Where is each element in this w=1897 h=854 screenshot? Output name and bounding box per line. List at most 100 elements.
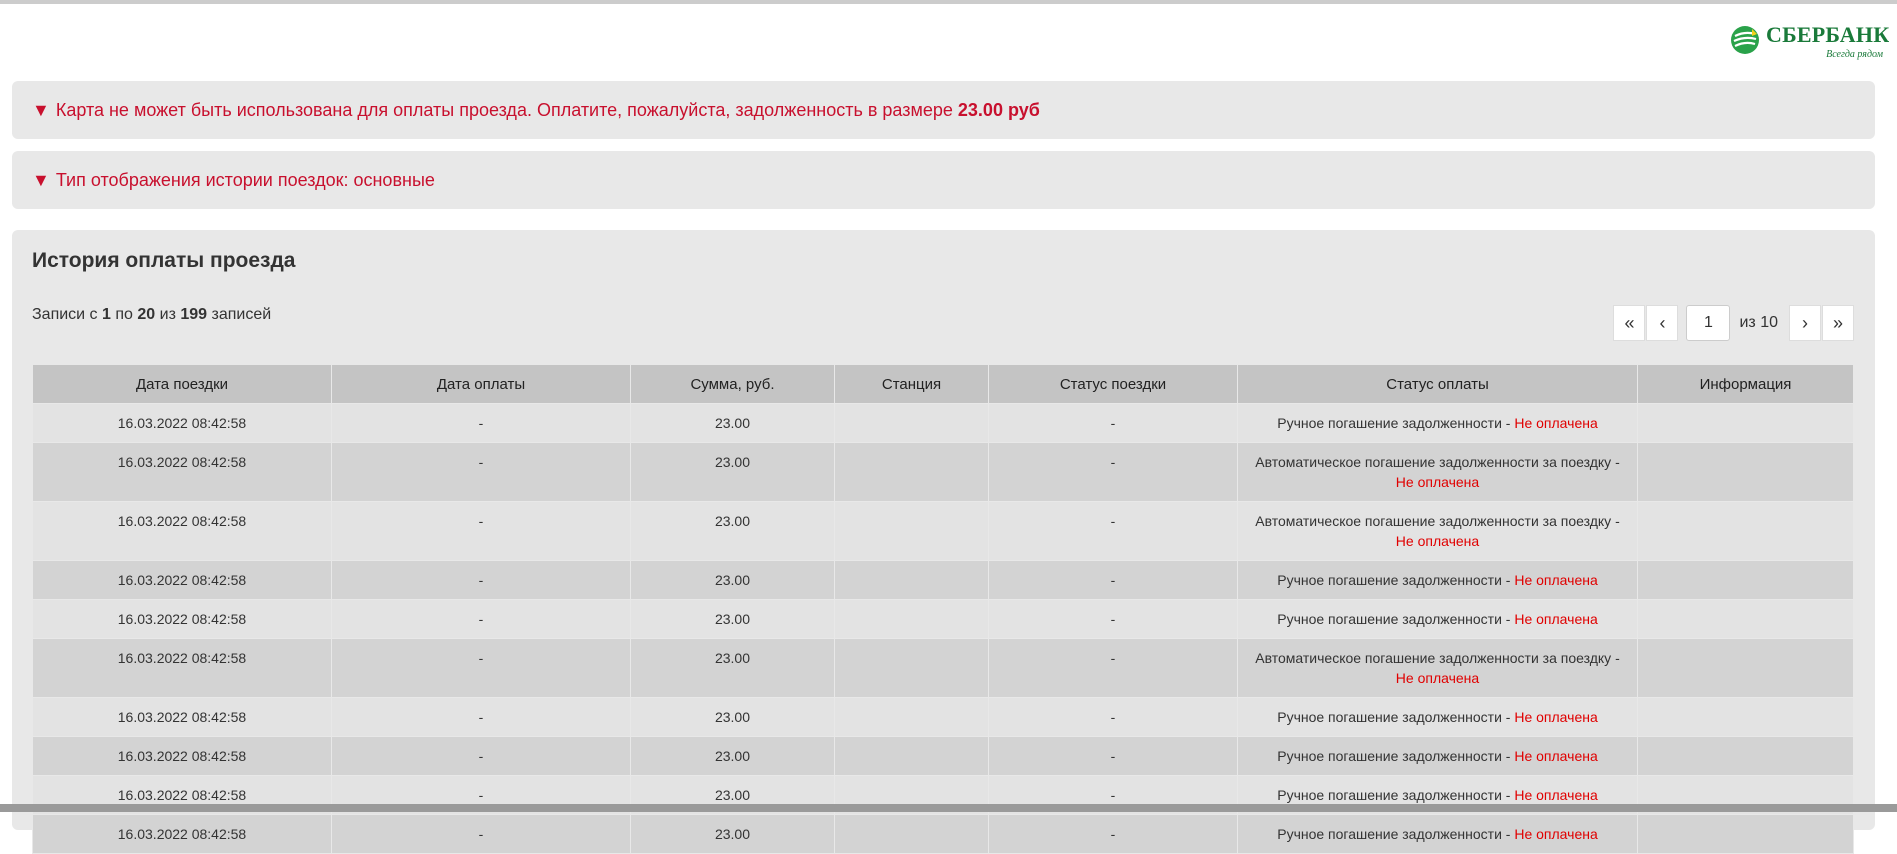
page-number-input[interactable] (1686, 305, 1731, 341)
payment-history-panel: История оплаты проезда Записи с 1 по 20 … (12, 230, 1875, 854)
pay-status-text: Ручное погашение задолженности - (1277, 415, 1511, 431)
debt-amount: 23.00 руб (957, 99, 1040, 120)
pay-date-cell: - (331, 697, 631, 737)
column-header[interactable]: Дата оплаты (331, 364, 631, 404)
station-cell (834, 814, 989, 854)
trip-status-cell: - (988, 736, 1238, 776)
table-row: 16.03.2022 08:42:58 - 23.00 - Ручное пог… (32, 560, 1854, 600)
station-cell (834, 638, 989, 698)
display-mode-toggle[interactable]: ▼ Тип отображения истории поездок: основн… (12, 151, 1875, 209)
pay-date-cell: - (331, 501, 631, 561)
pay-status-text: Автоматическое погашение задолженности з… (1255, 650, 1620, 666)
station-cell (834, 697, 989, 737)
pay-date-cell: - (331, 442, 631, 502)
column-header[interactable]: Статус поездки (988, 364, 1238, 404)
pagination: « ‹ из 10 › » (1612, 304, 1854, 342)
sberbank-logo-icon (1731, 26, 1759, 54)
debt-alert[interactable]: ▼ Карта не может быть использована для оп… (12, 81, 1875, 139)
info-cell (1637, 442, 1854, 502)
records-suffix: записей (211, 306, 272, 323)
pay-status-cell: Ручное погашение задолженности - Не опла… (1237, 736, 1638, 776)
station-cell (834, 442, 989, 502)
info-cell (1637, 736, 1854, 776)
pay-status-text: Ручное погашение задолженности - (1277, 611, 1511, 627)
pay-status-cell: Ручное погашение задолженности - Не опла… (1237, 403, 1638, 443)
display-mode-label: Тип отображения истории поездок: основны… (55, 169, 435, 190)
pay-status-text: Ручное погашение задолженности - (1277, 787, 1511, 803)
trip-date-cell: 16.03.2022 08:42:58 (32, 697, 332, 737)
logo-slogan: Всегда рядом (1826, 49, 1883, 60)
trip-status-cell: - (988, 697, 1238, 737)
trip-date-cell: 16.03.2022 08:42:58 (32, 638, 332, 698)
table-header-row: Дата поездки Дата оплаты Сумма, руб. Ста… (32, 364, 1854, 404)
unpaid-status: Не оплачена (1395, 474, 1480, 490)
unpaid-status: Не оплачена (1514, 748, 1598, 764)
trip-status-cell: - (988, 442, 1238, 502)
trip-date-cell: 16.03.2022 08:42:58 (32, 403, 332, 443)
amount-cell: 23.00 (630, 736, 835, 776)
trip-status-cell: - (988, 501, 1238, 561)
next-page-button[interactable]: › (1789, 305, 1821, 341)
pay-status-text: Автоматическое погашение задолженности з… (1255, 513, 1620, 529)
debt-alert-text: ▼ Карта не может быть использована для оп… (32, 100, 1040, 121)
pay-status-cell: Ручное погашение задолженности - Не опла… (1237, 560, 1638, 600)
trip-status-cell: - (988, 814, 1238, 854)
column-header[interactable]: Дата поездки (32, 364, 332, 404)
pay-status-text: Автоматическое погашение задолженности з… (1255, 454, 1620, 470)
info-cell (1637, 814, 1854, 854)
last-page-button[interactable]: » (1822, 305, 1854, 341)
table-row: 16.03.2022 08:42:58 - 23.00 - Автоматиче… (32, 442, 1854, 502)
table-row: 16.03.2022 08:42:58 - 23.00 - Автоматиче… (32, 638, 1854, 698)
station-cell (834, 560, 989, 600)
station-cell (834, 736, 989, 776)
station-cell (834, 501, 989, 561)
pay-date-cell: - (331, 403, 631, 443)
display-mode-text: ▼ Тип отображения истории поездок: основн… (32, 170, 435, 191)
table-row: 16.03.2022 08:42:58 - 23.00 - Ручное пог… (32, 736, 1854, 776)
pay-status-text: Ручное погашение задолженности - (1277, 748, 1511, 764)
page-count-label: из 10 (1739, 314, 1778, 331)
column-header[interactable]: Информация (1637, 364, 1854, 404)
pay-status-text: Ручное погашение задолженности - (1277, 709, 1511, 725)
unpaid-status: Не оплачена (1514, 787, 1598, 803)
pay-status-cell: Ручное погашение задолженности - Не опла… (1237, 814, 1638, 854)
unpaid-status: Не оплачена (1395, 533, 1480, 549)
table-row: 16.03.2022 08:42:58 - 23.00 - Ручное пог… (32, 599, 1854, 639)
column-header[interactable]: Сумма, руб. (630, 364, 835, 404)
station-cell (834, 599, 989, 639)
pay-status-text: Ручное погашение задолженности - (1277, 572, 1511, 588)
station-cell (834, 403, 989, 443)
top-border (0, 0, 1897, 4)
unpaid-status: Не оплачена (1395, 670, 1480, 686)
info-cell (1637, 599, 1854, 639)
unpaid-status: Не оплачена (1514, 826, 1598, 842)
pay-status-text: Ручное погашение задолженности - (1277, 826, 1511, 842)
trip-status-cell: - (988, 560, 1238, 600)
trip-date-cell: 16.03.2022 08:42:58 (32, 560, 332, 600)
unpaid-status: Не оплачена (1514, 709, 1598, 725)
pay-status-cell: Автоматическое погашение задолженности з… (1237, 442, 1638, 502)
trip-date-cell: 16.03.2022 08:42:58 (32, 736, 332, 776)
table-row: 16.03.2022 08:42:58 - 23.00 - Ручное пог… (32, 697, 1854, 737)
records-from: 1 (102, 306, 111, 323)
pay-date-cell: - (331, 814, 631, 854)
unpaid-status: Не оплачена (1514, 572, 1598, 588)
debt-alert-message: Карта не может быть использована для опл… (55, 99, 953, 120)
column-header[interactable]: Статус оплаты (1237, 364, 1638, 404)
horizontal-scrollbar[interactable] (0, 804, 1897, 812)
column-header[interactable]: Станция (834, 364, 989, 404)
info-cell (1637, 403, 1854, 443)
amount-cell: 23.00 (630, 403, 835, 443)
prev-page-button[interactable]: ‹ (1646, 305, 1679, 341)
trip-status-cell: - (988, 403, 1238, 443)
first-page-button[interactable]: « (1613, 305, 1646, 341)
trip-status-cell: - (988, 638, 1238, 698)
pay-status-cell: Автоматическое погашение задолженности з… (1237, 638, 1638, 698)
pay-date-cell: - (331, 599, 631, 639)
trip-date-cell: 16.03.2022 08:42:58 (32, 442, 332, 502)
amount-cell: 23.00 (630, 814, 835, 854)
info-cell (1637, 501, 1854, 561)
amount-cell: 23.00 (630, 442, 835, 502)
amount-cell: 23.00 (630, 599, 835, 639)
triangle-down-icon: ▼ (32, 99, 50, 120)
